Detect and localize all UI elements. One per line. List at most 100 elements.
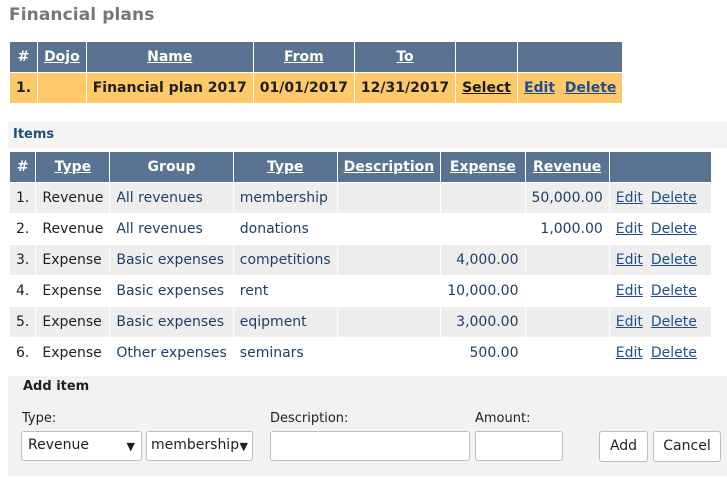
- item-type: Expense: [35, 337, 111, 369]
- items-section-header: Items: [8, 122, 727, 148]
- items-col-expense[interactable]: Expense: [440, 151, 526, 183]
- plan-delete-link[interactable]: Delete: [565, 80, 617, 96]
- type-select[interactable]: Revenue ▼: [21, 431, 142, 461]
- item-actions: Edit Delete: [608, 275, 712, 307]
- table-row: 4. Expense Basic expenses rent 10,000.00…: [8, 275, 712, 307]
- item-description: [336, 244, 442, 276]
- item-description: [336, 337, 442, 369]
- item-delete-link[interactable]: Delete: [651, 252, 697, 268]
- item-edit-link[interactable]: Edit: [616, 345, 643, 361]
- sort-to-link[interactable]: To: [396, 49, 413, 65]
- add-button[interactable]: Add: [599, 431, 648, 462]
- description-label: Description:: [270, 411, 349, 426]
- item-expense: [440, 182, 526, 214]
- item-subtype: rent: [232, 275, 338, 307]
- plan-dojo: [37, 72, 87, 104]
- item-type: Expense: [35, 306, 111, 338]
- sort-subtype-link[interactable]: Type: [267, 159, 304, 175]
- items-col-subtype[interactable]: Type: [232, 151, 338, 183]
- item-revenue: [524, 244, 610, 276]
- item-expense: 10,000.00: [440, 275, 526, 307]
- item-idx: 1.: [8, 182, 37, 214]
- item-idx: 4.: [8, 275, 37, 307]
- items-col-group: Group: [109, 151, 234, 183]
- item-edit-link[interactable]: Edit: [616, 190, 643, 206]
- item-delete-link[interactable]: Delete: [651, 345, 697, 361]
- sort-description-link[interactable]: Description: [344, 159, 435, 175]
- plan-row: 1. Financial plan 2017 01/01/2017 12/31/…: [8, 72, 624, 104]
- sort-from-link[interactable]: From: [284, 49, 324, 65]
- table-row: 1. Revenue All revenues membership 50,00…: [8, 182, 712, 214]
- plans-col-dojo[interactable]: Dojo: [37, 41, 87, 73]
- sort-revenue-link[interactable]: Revenue: [533, 159, 601, 175]
- amount-input[interactable]: [475, 431, 563, 461]
- plans-col-name[interactable]: Name: [85, 41, 254, 73]
- plans-header-row: # Dojo Name From To: [8, 41, 624, 73]
- item-delete-link[interactable]: Delete: [651, 190, 697, 206]
- item-description: [336, 306, 442, 338]
- item-edit-link[interactable]: Edit: [616, 221, 643, 237]
- item-revenue: [524, 275, 610, 307]
- table-row: 6. Expense Other expenses seminars 500.0…: [8, 337, 712, 369]
- plans-table: # Dojo Name From To 1. Financial plan 20…: [8, 41, 624, 104]
- chevron-down-icon: ▼: [126, 440, 135, 453]
- item-delete-link[interactable]: Delete: [651, 221, 697, 237]
- item-edit-link[interactable]: Edit: [616, 283, 643, 299]
- items-table: # Type Group Type Description Expense Re…: [8, 151, 712, 369]
- item-group: All revenues: [109, 182, 234, 214]
- item-type: Revenue: [35, 182, 111, 214]
- plans-col-from[interactable]: From: [252, 41, 355, 73]
- item-description: [336, 213, 442, 245]
- type-label: Type:: [22, 411, 57, 426]
- items-col-idx: #: [8, 151, 37, 183]
- item-expense: 500.00: [440, 337, 526, 369]
- item-delete-link[interactable]: Delete: [651, 283, 697, 299]
- item-idx: 6.: [8, 337, 37, 369]
- items-col-description[interactable]: Description: [336, 151, 442, 183]
- item-group: Basic expenses: [109, 244, 234, 276]
- items-col-revenue[interactable]: Revenue: [524, 151, 610, 183]
- item-idx: 2.: [8, 213, 37, 245]
- sort-name-link[interactable]: Name: [147, 49, 192, 65]
- items-col-type[interactable]: Type: [35, 151, 111, 183]
- item-subtype: eqipment: [232, 306, 338, 338]
- plans-col-select: [455, 41, 518, 73]
- description-input[interactable]: [270, 431, 470, 461]
- item-type: Expense: [35, 275, 111, 307]
- item-group: All revenues: [109, 213, 234, 245]
- item-type: Revenue: [35, 213, 111, 245]
- item-group: Basic expenses: [109, 306, 234, 338]
- page-title: Financial plans: [9, 5, 155, 25]
- plans-col-to[interactable]: To: [353, 41, 457, 73]
- sort-type-link[interactable]: Type: [55, 159, 92, 175]
- item-edit-link[interactable]: Edit: [616, 252, 643, 268]
- amount-label: Amount:: [475, 411, 531, 426]
- plan-select-link[interactable]: Select: [455, 72, 518, 104]
- item-expense: [440, 213, 526, 245]
- item-actions: Edit Delete: [608, 306, 712, 338]
- sort-expense-link[interactable]: Expense: [450, 159, 516, 175]
- plan-from: 01/01/2017: [252, 72, 355, 104]
- plan-edit-link[interactable]: Edit: [524, 80, 555, 96]
- item-delete-link[interactable]: Delete: [651, 314, 697, 330]
- item-actions: Edit Delete: [608, 244, 712, 276]
- type-select-value: Revenue: [28, 437, 89, 453]
- table-row: 3. Expense Basic expenses competitions 4…: [8, 244, 712, 276]
- cancel-button[interactable]: Cancel: [653, 431, 721, 462]
- subtype-select[interactable]: membership ▼: [146, 431, 253, 461]
- item-description: [336, 275, 442, 307]
- sort-dojo-link[interactable]: Dojo: [44, 49, 80, 65]
- items-col-actions: [608, 151, 712, 183]
- plan-actions: Edit Delete: [516, 72, 624, 104]
- plans-col-idx: #: [8, 41, 39, 73]
- item-revenue: 50,000.00: [524, 182, 610, 214]
- item-revenue: [524, 306, 610, 338]
- item-edit-link[interactable]: Edit: [616, 314, 643, 330]
- item-description: [336, 182, 442, 214]
- table-row: 2. Revenue All revenues donations 1,000.…: [8, 213, 712, 245]
- item-actions: Edit Delete: [608, 337, 712, 369]
- plan-to: 12/31/2017: [353, 72, 457, 104]
- plans-col-actions: [516, 41, 624, 73]
- item-idx: 3.: [8, 244, 37, 276]
- table-row: 5. Expense Basic expenses eqipment 3,000…: [8, 306, 712, 338]
